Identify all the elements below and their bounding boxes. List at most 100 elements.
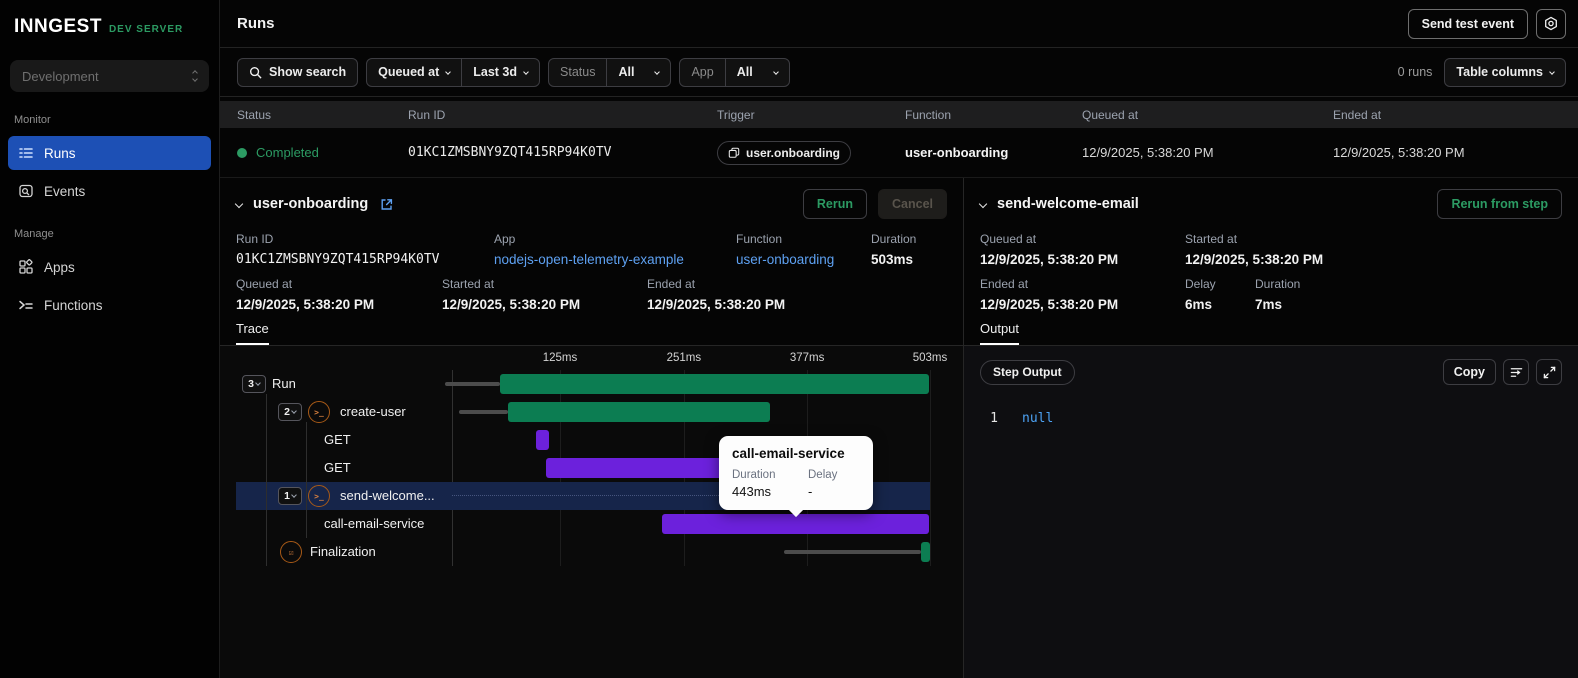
table-header: Status Run ID Trigger Function Queued at… bbox=[220, 101, 1578, 128]
finalization-check-icon: ☑ bbox=[280, 541, 302, 563]
tree-guide-line bbox=[266, 394, 267, 566]
collapse-step-chevron-icon[interactable] bbox=[978, 199, 988, 209]
field-step-queued-at: Queued at 12/9/2025, 5:38:20 PM bbox=[980, 232, 1119, 267]
line-number: 1 bbox=[990, 411, 998, 426]
sidebar-item-events[interactable]: Events bbox=[8, 174, 211, 208]
table-columns-dropdown[interactable]: Table columns bbox=[1444, 57, 1566, 87]
tree-guide-line bbox=[306, 422, 307, 538]
span-duration-bar[interactable] bbox=[920, 542, 930, 562]
span-count-toggle[interactable]: 3 bbox=[242, 375, 266, 393]
app-filter-group: App All bbox=[679, 57, 790, 87]
sidebar-item-label: Runs bbox=[44, 145, 76, 161]
trace-row-label: Run bbox=[272, 376, 296, 391]
app-filter-label-seg: App bbox=[691, 65, 714, 79]
time-range-dropdown[interactable]: Last 3d bbox=[461, 58, 539, 86]
table-row[interactable]: Completed 01KC1ZMSBNY9ZQT415RP94K0TV use… bbox=[220, 128, 1578, 178]
span-count-toggle[interactable]: 1 bbox=[278, 487, 302, 505]
tab-trace[interactable]: Trace bbox=[236, 321, 269, 345]
step-title: send-welcome-email bbox=[997, 196, 1139, 212]
chevron-down-icon bbox=[772, 69, 779, 75]
run-id-cell: 01KC1ZMSBNY9ZQT415RP94K0TV bbox=[408, 145, 612, 160]
run-detail-pane: user-onboarding Rerun Cancel Run ID 01KC… bbox=[220, 178, 963, 678]
axis-tick-label: 503ms bbox=[912, 352, 948, 364]
trace-row-bars bbox=[452, 510, 930, 538]
status-badge: Completed bbox=[256, 145, 319, 160]
send-test-event-button[interactable]: Send test event bbox=[1407, 8, 1528, 39]
inngest-logo: INNGEST bbox=[14, 16, 102, 37]
span-duration-bar[interactable] bbox=[499, 374, 930, 394]
chevron-down-icon bbox=[1549, 69, 1555, 75]
trace-row[interactable]: ☑ Finalization bbox=[236, 538, 930, 566]
column-header-queued-at[interactable]: Queued at bbox=[1082, 108, 1333, 122]
field-ended-at: Ended at 12/9/2025, 5:38:20 PM bbox=[647, 277, 786, 312]
page-title: Runs bbox=[237, 15, 275, 32]
rerun-from-step-button[interactable]: Rerun from step bbox=[1437, 189, 1562, 219]
monitor-section-label: Monitor bbox=[14, 114, 51, 126]
collapse-run-chevron-icon[interactable] bbox=[234, 199, 244, 209]
function-link[interactable]: user-onboarding bbox=[736, 252, 871, 267]
field-step-duration: Duration 7ms bbox=[1255, 277, 1301, 312]
cancel-button[interactable]: Cancel bbox=[878, 189, 947, 219]
workspace-select[interactable]: Development bbox=[10, 60, 209, 92]
runs-count: 0 runs bbox=[1397, 65, 1433, 79]
output-tab-bar: Output bbox=[964, 316, 1578, 346]
column-header-run-id[interactable]: Run ID bbox=[408, 108, 717, 122]
topbar: Runs Send test event bbox=[220, 0, 1578, 48]
search-icon bbox=[249, 66, 262, 79]
sidebar: INNGEST DEV SERVER Development Monitor R… bbox=[0, 0, 220, 678]
field-started-at: Started at 12/9/2025, 5:38:20 PM bbox=[442, 277, 581, 312]
settings-button[interactable] bbox=[1536, 8, 1566, 39]
external-link-icon[interactable] bbox=[379, 197, 394, 212]
trace-row-label: create-user bbox=[340, 404, 406, 419]
copy-button[interactable]: Copy bbox=[1442, 359, 1496, 385]
queue-wait-line bbox=[784, 550, 922, 554]
status-cell: Completed bbox=[237, 145, 408, 160]
sidebar-item-label: Functions bbox=[44, 297, 103, 313]
axis-tick-label: 251ms bbox=[666, 352, 702, 364]
step-output-section: Step Output Copy 1 null bbox=[964, 346, 1578, 678]
queued-at-dropdown[interactable]: Queued at bbox=[367, 59, 461, 86]
gear-icon bbox=[1545, 16, 1557, 30]
field-function: Function user-onboarding bbox=[736, 232, 871, 267]
sidebar-item-label: Events bbox=[44, 183, 86, 199]
gridline bbox=[930, 370, 931, 566]
column-header-function[interactable]: Function bbox=[905, 108, 1082, 122]
app-window: INNGEST DEV SERVER Development Monitor R… bbox=[0, 0, 1578, 678]
status-dot-icon bbox=[237, 147, 247, 158]
sidebar-item-apps[interactable]: Apps bbox=[8, 250, 211, 284]
column-header-status[interactable]: Status bbox=[237, 108, 408, 122]
trace-tab-bar: Trace bbox=[220, 316, 963, 346]
trace-row-label: GET bbox=[324, 432, 351, 447]
status-filter-dropdown[interactable]: All bbox=[606, 58, 670, 86]
trace-row[interactable]: 3 Run bbox=[236, 370, 930, 398]
sidebar-item-label: Apps bbox=[44, 259, 75, 275]
span-duration-bar[interactable] bbox=[546, 458, 735, 478]
column-header-ended-at[interactable]: Ended at bbox=[1333, 108, 1578, 122]
app-link[interactable]: nodejs-open-telemetry-example bbox=[494, 252, 736, 267]
word-wrap-button[interactable] bbox=[1503, 359, 1529, 385]
step-output-badge: Step Output bbox=[980, 359, 1075, 385]
rerun-button[interactable]: Rerun bbox=[802, 189, 867, 219]
span-duration-bar[interactable] bbox=[536, 430, 550, 450]
trigger-badge[interactable]: user.onboarding bbox=[717, 140, 852, 165]
expand-icon bbox=[1543, 366, 1555, 378]
sidebar-item-runs[interactable]: Runs bbox=[8, 136, 211, 170]
trace-row[interactable]: call-email-service bbox=[236, 510, 930, 538]
sidebar-item-functions[interactable]: Functions bbox=[8, 288, 211, 322]
trace-row[interactable]: 2 >_ create-user bbox=[236, 398, 930, 426]
step-detail-pane: send-welcome-email Rerun from step Queue… bbox=[963, 178, 1578, 678]
app-filter-dropdown[interactable]: All bbox=[724, 58, 789, 86]
chevron-down-icon bbox=[523, 69, 529, 75]
tab-output[interactable]: Output bbox=[980, 321, 1020, 345]
filter-bar: Show search Queued at Last 3d Status All… bbox=[220, 48, 1578, 97]
column-header-trigger[interactable]: Trigger bbox=[717, 108, 905, 122]
show-search-button[interactable]: Show search bbox=[237, 57, 359, 87]
logo-row: INNGEST DEV SERVER bbox=[0, 0, 219, 52]
trace-row-label: send-welcome... bbox=[340, 488, 435, 503]
expand-output-button[interactable] bbox=[1536, 359, 1562, 385]
span-count-toggle[interactable]: 2 bbox=[278, 403, 302, 421]
run-detail-area: user-onboarding Rerun Cancel Run ID 01KC… bbox=[220, 178, 1578, 678]
manage-section-label: Manage bbox=[14, 228, 54, 240]
span-duration-bar[interactable] bbox=[507, 402, 770, 422]
chevron-down-icon bbox=[654, 69, 661, 75]
